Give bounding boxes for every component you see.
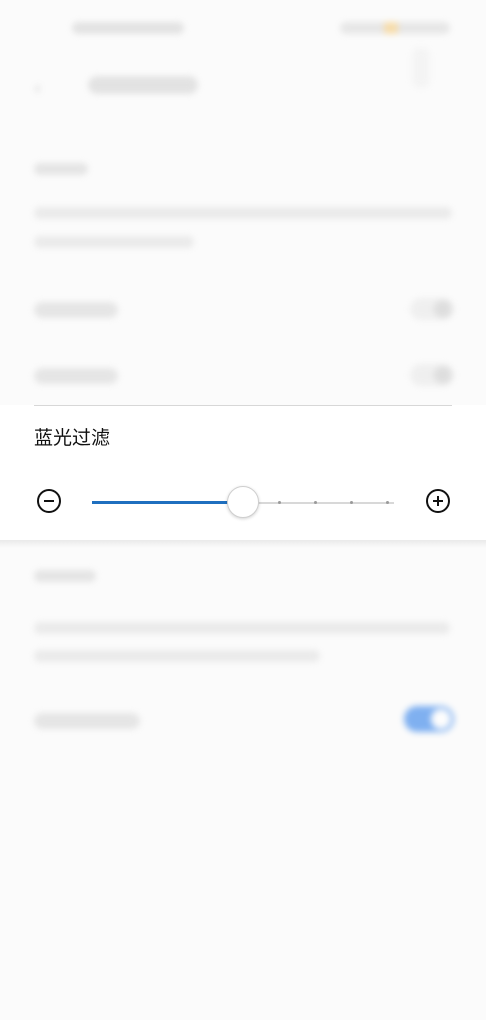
section-title-blurred <box>34 163 88 175</box>
divider <box>34 405 452 406</box>
panel-title: 蓝光过滤 <box>34 427 111 449</box>
description-line-blurred <box>34 650 320 662</box>
status-bar-left-blurred <box>72 22 184 34</box>
minus-circle-icon[interactable] <box>37 489 61 513</box>
blue-light-filter-panel: 蓝光过滤 <box>0 405 486 541</box>
slider-tick-dot <box>278 501 281 504</box>
setting-row-label-blurred <box>34 302 118 318</box>
section-title-blurred <box>34 570 96 582</box>
plus-circle-icon[interactable] <box>426 489 450 513</box>
slider-tick-dot <box>386 501 389 504</box>
status-bar <box>0 18 486 42</box>
toggle-switch-off[interactable] <box>410 298 454 320</box>
back-arrow-icon[interactable]: ‹ <box>34 78 50 99</box>
blue-light-slider[interactable] <box>92 486 394 518</box>
slider-tick-dot <box>314 501 317 504</box>
panel-shadow <box>0 540 486 548</box>
app-header: ‹ <box>0 48 486 114</box>
toggle-switch-off[interactable] <box>410 364 454 386</box>
slider-tick-dot <box>350 501 353 504</box>
description-line-blurred <box>34 622 450 634</box>
toggle-switch-on[interactable] <box>404 706 454 732</box>
toggle-knob <box>434 366 452 384</box>
toggle-knob <box>434 300 452 318</box>
setting-row-label-blurred <box>34 713 140 729</box>
description-line-blurred <box>34 236 194 248</box>
battery-icon <box>384 22 398 34</box>
slider-fill <box>92 501 243 504</box>
header-right-blurred <box>412 48 430 88</box>
status-bar-right-blurred <box>340 22 450 34</box>
description-line-blurred <box>34 207 452 219</box>
slider-thumb[interactable] <box>227 486 259 518</box>
page-title-blurred <box>88 76 198 94</box>
toggle-knob <box>431 709 451 729</box>
setting-row-label-blurred <box>34 368 118 384</box>
